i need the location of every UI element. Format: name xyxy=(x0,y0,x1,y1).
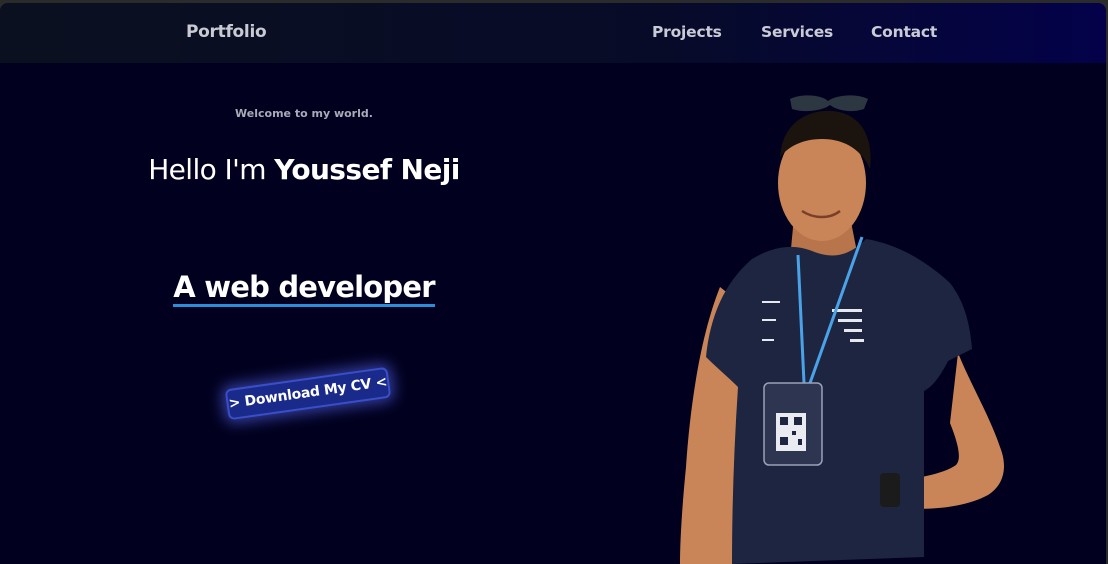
nav-link-contact[interactable]: Contact xyxy=(871,23,937,41)
role-text: A web developer xyxy=(173,271,436,307)
hero-heading: Hello I'm Youssef Neji xyxy=(0,153,608,186)
brand-logo[interactable]: Portfolio xyxy=(186,22,267,42)
photo-shirt xyxy=(706,239,972,564)
nav-link-projects[interactable]: Projects xyxy=(652,23,722,41)
nav-link-services[interactable]: Services xyxy=(761,23,833,41)
hero-name: Youssef Neji xyxy=(274,153,460,186)
portfolio-page: Portfolio Projects Services Contact Welc… xyxy=(0,3,1106,564)
photo-sunglasses xyxy=(790,95,868,112)
download-cv-button[interactable]: > Download My CV < xyxy=(224,366,392,421)
welcome-text: Welcome to my world. xyxy=(235,107,373,120)
browser-frame: Portfolio Projects Services Contact Welc… xyxy=(0,0,1108,564)
photo-watch xyxy=(880,473,900,507)
profile-photo xyxy=(680,95,1004,564)
hero-heading-prefix: Hello I'm xyxy=(148,153,275,186)
navbar: Portfolio Projects Services Contact xyxy=(0,3,1106,63)
role-wrapper: A web developer xyxy=(0,271,608,307)
